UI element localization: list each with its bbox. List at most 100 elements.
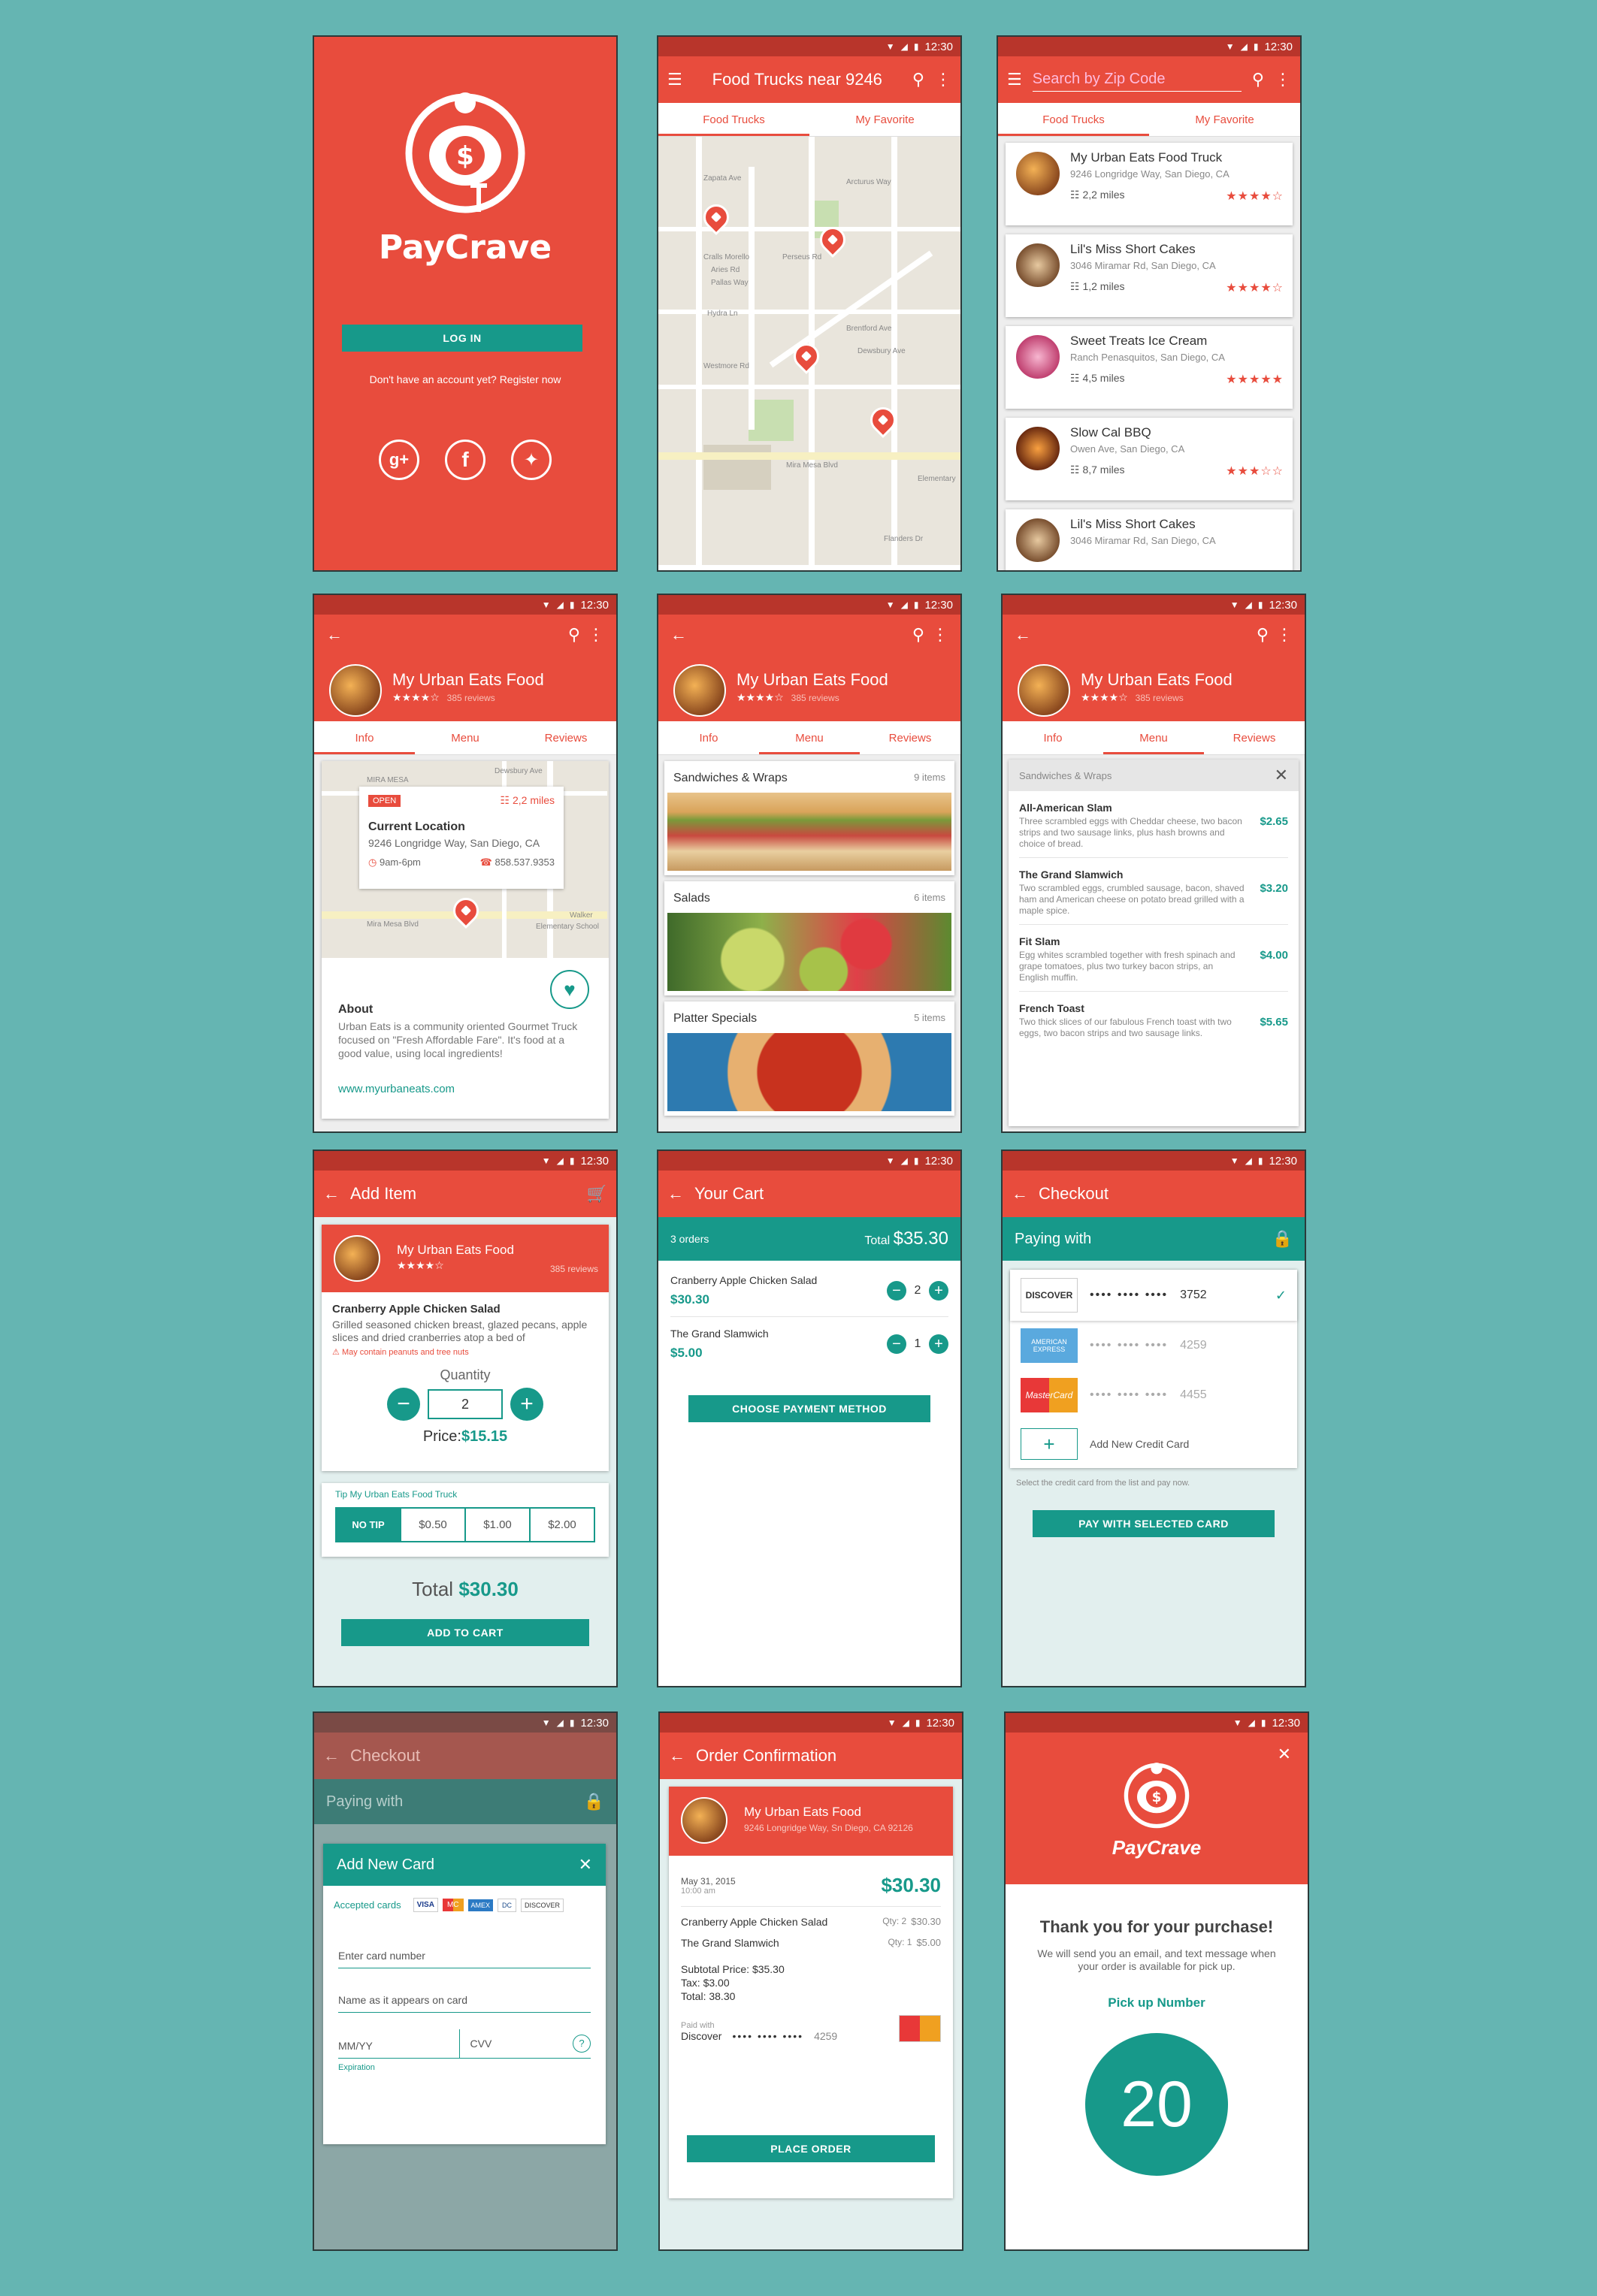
add-card-row[interactable]: + Add New Credit Card bbox=[1010, 1420, 1297, 1468]
twitter-icon[interactable]: ✦ bbox=[511, 440, 552, 480]
menu-item[interactable]: The Grand Slamwich Two scrambled eggs, cr… bbox=[1019, 858, 1288, 925]
line-qty: Qty: 2 bbox=[882, 1916, 907, 1926]
tab-menu[interactable]: Menu bbox=[759, 721, 860, 754]
truck-list-item[interactable]: Lil's Miss Short Cakes 3046 Miramar Rd, … bbox=[1006, 509, 1293, 570]
card-dots: •••• •••• •••• bbox=[1090, 1339, 1169, 1352]
more-icon[interactable]: ⋮ bbox=[1276, 627, 1293, 643]
tab-my-favorite[interactable]: My Favorite bbox=[1149, 103, 1300, 136]
tip-option-none[interactable]: NO TIP bbox=[337, 1509, 400, 1541]
decrease-button[interactable]: − bbox=[387, 1388, 420, 1421]
truck-list: My Urban Eats Food Truck 9246 Longridge … bbox=[998, 137, 1300, 570]
location-map[interactable]: Dewsbury Ave MIRA MESA Mira Mesa Blvd El… bbox=[322, 761, 609, 958]
search-icon[interactable]: ⚲ bbox=[1257, 627, 1269, 643]
search-icon[interactable]: ⚲ bbox=[1252, 71, 1264, 88]
more-icon[interactable]: ⋮ bbox=[588, 627, 604, 643]
back-arrow-icon[interactable]: ← bbox=[670, 627, 687, 643]
choose-payment-button[interactable]: CHOOSE PAYMENT METHOD bbox=[688, 1395, 930, 1422]
tab-reviews[interactable]: Reviews bbox=[860, 721, 960, 754]
place-order-button[interactable]: PLACE ORDER bbox=[687, 2135, 935, 2162]
category-image bbox=[667, 913, 951, 991]
help-icon[interactable]: ? bbox=[573, 2035, 591, 2053]
truck-list-item[interactable]: Sweet Treats Ice Cream Ranch Penasquitos… bbox=[1006, 326, 1293, 409]
cart-icon[interactable]: 🛒 bbox=[587, 1186, 607, 1202]
signal-icon: ◢ bbox=[1240, 41, 1248, 52]
back-arrow-icon[interactable]: ← bbox=[669, 1748, 685, 1764]
close-icon[interactable]: ✕ bbox=[1278, 1745, 1291, 1764]
menu-item[interactable]: Fit Slam Egg whites scrambled together wi… bbox=[1019, 925, 1288, 992]
wifi-icon: ▼ bbox=[541, 1717, 551, 1728]
tip-option[interactable]: $1.00 bbox=[464, 1509, 529, 1541]
card-option-selected[interactable]: DISCOVER •••• •••• •••• 3752 ✓ bbox=[1010, 1270, 1297, 1321]
increase-button[interactable]: + bbox=[929, 1334, 948, 1354]
tax: Tax: $3.00 bbox=[681, 1977, 730, 1989]
back-arrow-icon[interactable]: ← bbox=[326, 627, 343, 643]
truck-info-screen: ▼ ◢ ▮ 12:30 ← ⚲ ⋮ My Urban Eats Food ★★★★☆ … bbox=[314, 595, 616, 1131]
pay-button[interactable]: PAY WITH SELECTED CARD bbox=[1033, 1510, 1275, 1537]
close-icon[interactable]: ✕ bbox=[1275, 766, 1288, 785]
more-icon[interactable]: ⋮ bbox=[1275, 71, 1291, 88]
menu-item[interactable]: All-American Slam Three scrambled eggs wi… bbox=[1019, 791, 1288, 858]
tab-menu[interactable]: Menu bbox=[1103, 721, 1204, 754]
register-link[interactable]: Don't have an account yet? Register now bbox=[314, 373, 616, 385]
tab-food-trucks[interactable]: Food Trucks bbox=[658, 103, 809, 136]
decrease-button[interactable]: − bbox=[887, 1334, 906, 1354]
back-arrow-icon[interactable]: ← bbox=[1015, 627, 1031, 643]
tab-reviews[interactable]: Reviews bbox=[516, 721, 616, 754]
truck-pin[interactable] bbox=[788, 337, 825, 375]
back-arrow-icon[interactable]: ← bbox=[323, 1748, 340, 1764]
cvv-input[interactable]: CVV bbox=[470, 2038, 492, 2050]
menu-item[interactable]: French Toast Two thick slices of our fabu… bbox=[1019, 992, 1288, 1047]
search-icon[interactable]: ⚲ bbox=[568, 627, 580, 643]
tab-info[interactable]: Info bbox=[658, 721, 759, 754]
truck-name: Slow Cal BBQ bbox=[1070, 425, 1151, 440]
expiry-input[interactable]: MM/YY bbox=[338, 2029, 459, 2058]
back-arrow-icon[interactable]: ← bbox=[323, 1186, 340, 1202]
more-icon[interactable]: ⋮ bbox=[935, 71, 951, 88]
quantity-input[interactable]: 2 bbox=[428, 1389, 503, 1419]
wifi-icon: ▼ bbox=[541, 1156, 551, 1166]
status-time: 12:30 bbox=[580, 1154, 609, 1168]
website-link[interactable]: www.myurbaneats.com bbox=[338, 1083, 455, 1095]
truck-pin[interactable] bbox=[447, 892, 485, 929]
login-button[interactable]: LOG IN bbox=[342, 325, 582, 352]
decrease-button[interactable]: − bbox=[887, 1281, 906, 1301]
menu-icon[interactable]: ☰ bbox=[667, 71, 682, 88]
tab-info[interactable]: Info bbox=[314, 721, 415, 754]
more-icon[interactable]: ⋮ bbox=[932, 627, 948, 643]
search-icon[interactable]: ⚲ bbox=[912, 627, 924, 643]
increase-button[interactable]: + bbox=[510, 1388, 543, 1421]
card-number-input[interactable]: Enter card number bbox=[338, 1950, 591, 1968]
phone-number[interactable]: 858.537.9353 bbox=[495, 856, 555, 868]
truck-list-item[interactable]: Slow Cal BBQ Owen Ave, San Diego, CA ☷ 8… bbox=[1006, 418, 1293, 500]
back-arrow-icon[interactable]: ← bbox=[1012, 1186, 1028, 1202]
tab-menu[interactable]: Menu bbox=[415, 721, 516, 754]
truck-list-item[interactable]: Lil's Miss Short Cakes 3046 Miramar Rd, … bbox=[1006, 234, 1293, 317]
tab-reviews[interactable]: Reviews bbox=[1204, 721, 1305, 754]
tip-option[interactable]: $2.00 bbox=[529, 1509, 594, 1541]
add-to-cart-button[interactable]: ADD TO CART bbox=[341, 1619, 589, 1646]
card-option[interactable]: AMERICAN EXPRESS •••• •••• •••• 4259 bbox=[1010, 1321, 1297, 1370]
item-name: All-American Slam bbox=[1019, 802, 1112, 814]
search-icon[interactable]: ⚲ bbox=[912, 71, 924, 88]
menu-category[interactable]: Salads 6 items bbox=[664, 881, 954, 995]
tab-food-trucks[interactable]: Food Trucks bbox=[998, 103, 1149, 136]
menu-category[interactable]: Platter Specials 5 items bbox=[664, 1001, 954, 1116]
menu-icon[interactable]: ☰ bbox=[1007, 71, 1022, 88]
tip-option[interactable]: $0.50 bbox=[400, 1509, 464, 1541]
card-option[interactable]: MasterCard •••• •••• •••• 4455 bbox=[1010, 1370, 1297, 1420]
back-arrow-icon[interactable]: ← bbox=[667, 1186, 684, 1202]
google-plus-icon[interactable]: g+ bbox=[379, 440, 419, 480]
amex-card-icon: AMERICAN EXPRESS bbox=[1021, 1328, 1078, 1363]
close-icon[interactable]: ✕ bbox=[579, 1855, 592, 1875]
map-view[interactable]: Zapata Ave Arcturus Way Cralls Morello A… bbox=[658, 137, 960, 565]
increase-button[interactable]: + bbox=[929, 1281, 948, 1301]
facebook-icon[interactable]: f bbox=[445, 440, 485, 480]
search-input[interactable]: Search by Zip Code bbox=[1032, 68, 1242, 92]
name-input[interactable]: Name as it appears on card bbox=[338, 1994, 591, 2013]
truck-list-item[interactable]: My Urban Eats Food Truck 9246 Longridge … bbox=[1006, 143, 1293, 225]
tab-my-favorite[interactable]: My Favorite bbox=[809, 103, 960, 136]
favorite-button[interactable]: ♥ bbox=[550, 970, 589, 1009]
tab-info[interactable]: Info bbox=[1003, 721, 1103, 754]
line-name: The Grand Slamwich bbox=[681, 1937, 779, 1949]
menu-category[interactable]: Sandwiches & Wraps 9 items bbox=[664, 761, 954, 875]
